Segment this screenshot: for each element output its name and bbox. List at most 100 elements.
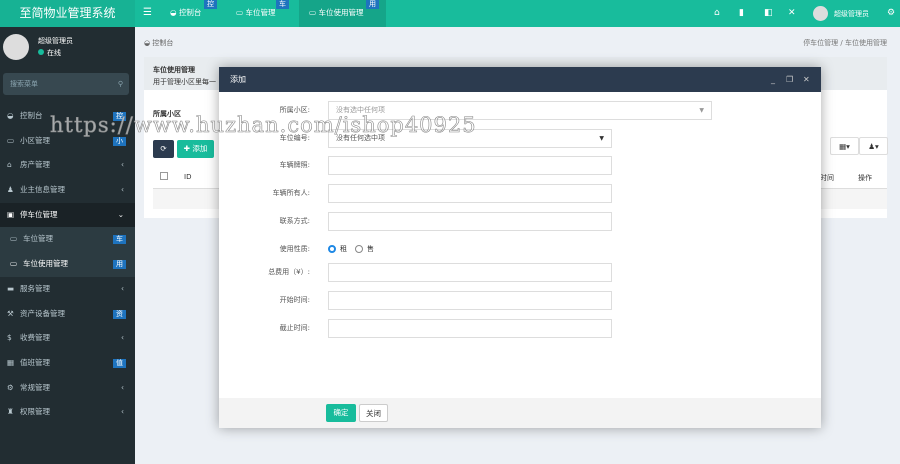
label: 房产管理: [20, 160, 50, 170]
field-label: 使用性质:: [279, 245, 310, 253]
search-icon[interactable]: ⚲: [118, 73, 123, 95]
trash-icon[interactable]: ▮: [739, 8, 744, 18]
avatar: [3, 34, 29, 60]
form-row-end-time: 截止时间:: [219, 319, 821, 338]
form-row-plate: 车辆牌照:: [219, 156, 821, 175]
caret-down-icon: ▼: [699, 107, 704, 114]
field-label: 车辆牌照:: [279, 161, 310, 169]
label: 车位管理: [23, 234, 53, 244]
owner-input[interactable]: [328, 184, 612, 203]
sidebar-item-parking-usage[interactable]: ▭ 车位使用管理 用: [0, 252, 135, 277]
field-label: 开始时间:: [279, 296, 310, 304]
tab-label: 车位管理: [245, 8, 276, 17]
user-icon: ♟: [7, 185, 14, 195]
sidebar-item-general[interactable]: ⚙ 常规管理 ‹: [0, 376, 135, 401]
field-label: 总费用（¥）:: [268, 268, 310, 276]
label: 服务管理: [20, 283, 50, 293]
form-row-contact: 联系方式:: [219, 212, 821, 231]
top-navbar: 至简物业管理系统 ☰ ◒ 控制台 控 ▭ 车位管理 车 ▭ 车位使用管理 用 ⌂…: [0, 0, 900, 27]
sidebar-item-parking[interactable]: ▣ 停车位管理 ⌄: [0, 202, 135, 228]
chevron-left-icon: ‹: [121, 407, 124, 417]
space-number-select[interactable]: 没有任何选中项 ▼: [328, 129, 612, 148]
close-button[interactable]: 关闭: [359, 404, 388, 422]
tab-label: 车位使用管理: [318, 8, 364, 17]
sidebar-item-fees[interactable]: $ 收费管理 ‹: [0, 326, 135, 351]
select-value: 没有选中任何项: [336, 106, 385, 114]
home-icon[interactable]: ⌂: [714, 8, 720, 18]
sidebar-item-community[interactable]: ▭ 小区管理 小: [0, 129, 135, 154]
breadcrumb-home[interactable]: ◒ 控制台: [144, 38, 173, 48]
menu-toggle-icon[interactable]: ☰: [143, 7, 152, 18]
form-row-total-fee: 总费用（¥）:: [219, 263, 821, 282]
maximize-icon[interactable]: ❐: [786, 67, 793, 92]
refresh-button[interactable]: ⟳: [153, 140, 174, 158]
sidebar-item-auth[interactable]: ♜ 权限管理 ‹: [0, 400, 135, 425]
language-icon[interactable]: ◧: [764, 8, 773, 18]
sidebar-item-property[interactable]: ⌂ 房产管理 ‹: [0, 153, 135, 178]
sidebar-item-parking-space[interactable]: ▭ 车位管理 车: [0, 227, 135, 253]
select-all-checkbox[interactable]: [160, 172, 168, 180]
field-label: 截止时间:: [279, 324, 310, 332]
list-icon: ▭: [10, 234, 18, 244]
sidebar-user-name: 超级管理员: [38, 37, 73, 45]
columns-button[interactable]: ▦▾: [830, 137, 859, 155]
total-fee-input[interactable]: [328, 263, 612, 282]
minimize-icon[interactable]: _: [771, 67, 775, 92]
chevron-left-icon: ‹: [121, 333, 124, 343]
avatar[interactable]: [813, 6, 828, 21]
close-icon[interactable]: ✕: [803, 67, 810, 92]
parking-icon: ▣: [7, 209, 15, 219]
sidebar-item-dashboard[interactable]: ◒ 控制台 控: [0, 104, 135, 129]
chevron-left-icon: ‹: [121, 185, 124, 195]
sidebar-item-service[interactable]: ▬ 服务管理 ‹: [0, 277, 135, 302]
form-row-usage-type: 使用性质: 租 售: [219, 240, 821, 259]
start-time-input[interactable]: [328, 291, 612, 310]
export-button[interactable]: ♟▾: [859, 137, 888, 155]
form-row-community: 所属小区: 没有选中任何项 ▼: [219, 101, 821, 120]
badge: 值: [113, 358, 126, 368]
label: 收费管理: [20, 333, 50, 343]
label: 停车位管理: [20, 209, 58, 219]
label: 资产设备管理: [20, 308, 65, 318]
breadcrumb: 停车位管理 / 车位使用管理: [803, 39, 887, 47]
radio-rent[interactable]: [328, 245, 336, 253]
sidebar-item-assets[interactable]: ⚒ 资产设备管理 资: [0, 302, 135, 327]
sidebar-item-duty[interactable]: ▦ 值班管理 值: [0, 351, 135, 376]
user-name[interactable]: 超级管理员: [834, 9, 869, 19]
breadcrumb-item: 车位使用管理: [845, 39, 887, 47]
chevron-left-icon: ‹: [121, 283, 124, 293]
radio-sell[interactable]: [355, 245, 363, 253]
select-value: 没有任何选中项: [336, 134, 385, 142]
confirm-button[interactable]: 确定: [326, 404, 356, 422]
end-time-input[interactable]: [328, 319, 612, 338]
label: 车位使用管理: [23, 259, 68, 269]
dialog-footer: 确定 关闭: [219, 398, 821, 428]
badge: 用: [113, 260, 126, 270]
plate-input[interactable]: [328, 156, 612, 175]
column-id[interactable]: ID: [184, 173, 191, 181]
menu-search-input[interactable]: 搜索菜单 ⚲: [3, 73, 129, 95]
fullscreen-icon[interactable]: ✕: [788, 8, 796, 18]
tab-badge: 车: [276, 0, 289, 9]
field-label: 联系方式:: [279, 217, 310, 225]
chevron-left-icon: ‹: [121, 382, 124, 392]
app-logo[interactable]: 至简物业管理系统: [0, 0, 135, 27]
contact-input[interactable]: [328, 212, 612, 231]
home-icon: ⌂: [7, 160, 12, 170]
chevron-left-icon: ‹: [121, 160, 124, 170]
radio-label: 租: [340, 245, 347, 253]
form-row-start-time: 开始时间:: [219, 291, 821, 310]
column-operate: 操作: [858, 174, 872, 182]
community-select[interactable]: 没有选中任何项 ▼: [328, 101, 712, 120]
field-label: 车辆所有人:: [272, 189, 310, 197]
sidebar: 超级管理员 在线 搜索菜单 ⚲ ◒ 控制台 控 ▭ 小区管理 小 ⌂ 房产管理 ‹ ♟ 业主信息…: [0, 27, 135, 464]
status-dot-icon: [38, 49, 44, 55]
label: 业主信息管理: [20, 185, 65, 195]
sidebar-item-owner[interactable]: ♟ 业主信息管理 ‹: [0, 178, 135, 203]
breadcrumb-item[interactable]: 停车位管理: [803, 39, 838, 47]
settings-icon[interactable]: ⚙: [887, 8, 895, 18]
add-button[interactable]: ✚ 添加: [177, 140, 214, 158]
label: 值班管理: [20, 357, 50, 367]
column-time[interactable]: 时间: [820, 173, 834, 183]
calendar-icon: ▦: [7, 357, 15, 367]
